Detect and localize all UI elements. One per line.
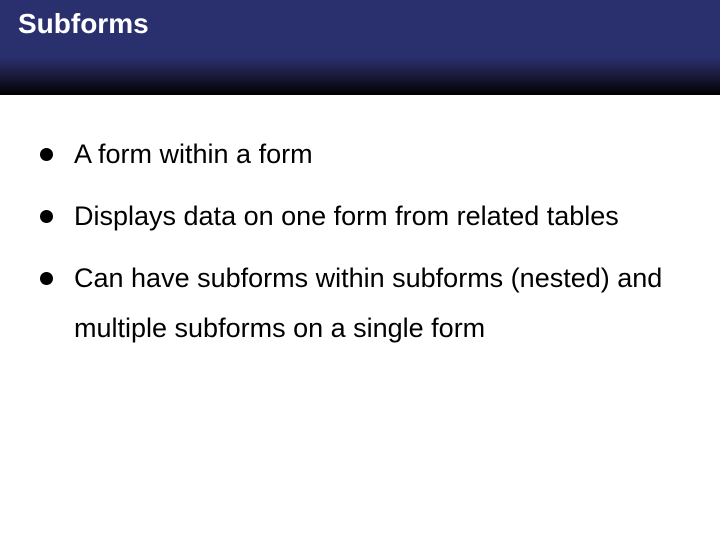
bullet-item: A form within a form xyxy=(40,130,680,180)
slide-header: Subforms xyxy=(0,0,720,95)
bullet-list: A form within a form Displays data on on… xyxy=(40,130,680,354)
slide-content: A form within a form Displays data on on… xyxy=(0,95,720,386)
slide-title: Subforms xyxy=(18,8,702,40)
bullet-item: Can have subforms within subforms (neste… xyxy=(40,254,680,354)
bullet-item: Displays data on one form from related t… xyxy=(40,192,680,242)
